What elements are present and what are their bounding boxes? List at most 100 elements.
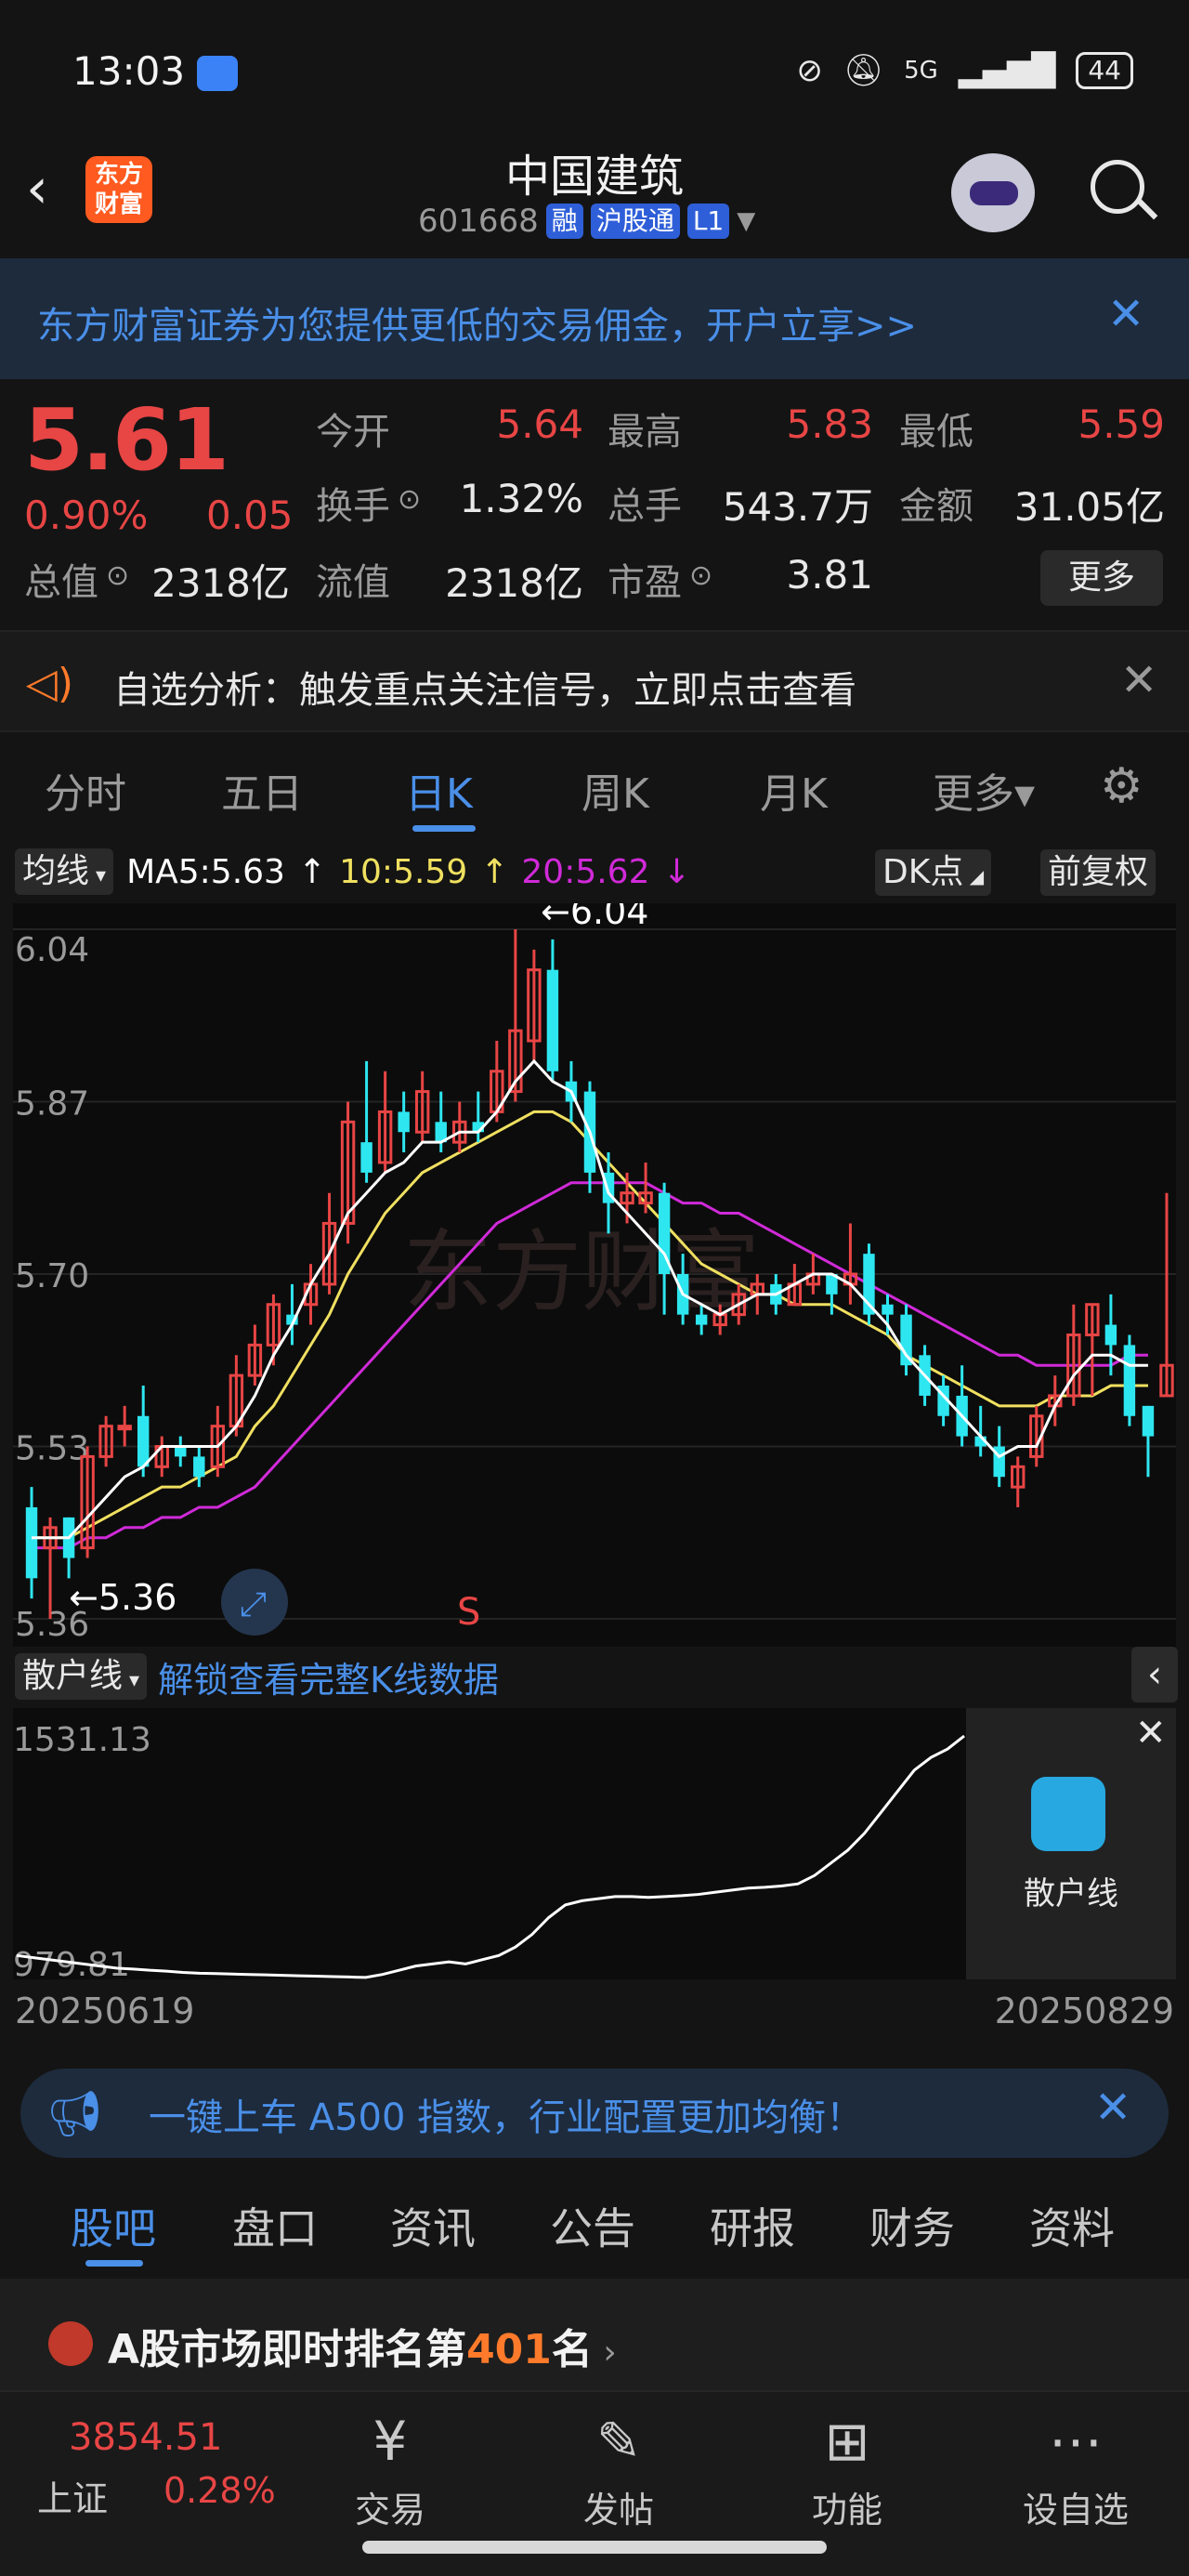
tab-intraday[interactable]: 分时 xyxy=(45,760,126,820)
sub-indicator-selector[interactable]: 散户线 ▾ xyxy=(15,1653,148,1700)
current-price: 5.61 xyxy=(24,390,229,490)
tab-daily-k[interactable]: 日K xyxy=(405,760,473,820)
ad-text[interactable]: 一键上车 A500 指数，行业配置更加均衡！ xyxy=(149,2087,863,2141)
more-dots-icon: ⋯ xyxy=(1049,2410,1103,2473)
nav-functions[interactable]: ⊞ 功能 xyxy=(782,2407,912,2532)
stat-value: 543.7万 xyxy=(722,484,873,530)
ma5-label: MA5:5.63 xyxy=(126,852,285,891)
tab-monthly-k[interactable]: 月K xyxy=(760,760,828,820)
stat-value: 1.32% xyxy=(459,476,583,521)
close-icon[interactable]: ✕ xyxy=(1094,2082,1131,2134)
network-label: 5G xyxy=(904,57,938,85)
caret-down-icon: ▼ xyxy=(737,207,756,235)
sub-indicator-row: 散户线 ▾ 解锁查看完整K线数据 xyxy=(15,1652,499,1701)
stat-label: 换手 xyxy=(316,485,390,528)
lock-label: 散户线 xyxy=(1024,1875,1118,1912)
stat-label: 流值 xyxy=(316,561,390,604)
more-button[interactable]: 更多 xyxy=(1040,550,1163,606)
stat-value: 5.83 xyxy=(786,401,873,447)
ma-selector[interactable]: 均线 ▾ xyxy=(15,848,114,895)
ranking-icon xyxy=(48,2321,93,2366)
tab-weekly-k[interactable]: 周K xyxy=(581,760,649,820)
index-value[interactable]: 3854.51 xyxy=(69,2416,222,2459)
promo-text[interactable]: 东方财富证券为您提供更低的交易佣金，开户立享>> xyxy=(37,296,917,349)
lock-chart-icon[interactable] xyxy=(1031,1777,1105,1851)
info-icon[interactable]: ⊙ xyxy=(689,559,712,592)
section-tab-underline xyxy=(85,2260,143,2267)
candle-body xyxy=(1104,1324,1117,1346)
candle-body xyxy=(1142,1405,1155,1437)
unlock-link[interactable]: 解锁查看完整K线数据 xyxy=(158,1651,499,1702)
stat-value: 31.05亿 xyxy=(1013,484,1165,530)
date-start: 20250619 xyxy=(15,1991,195,2031)
gear-icon[interactable]: ⚙ xyxy=(1100,758,1143,814)
candle-body xyxy=(137,1415,150,1467)
index-percent[interactable]: 0.28% xyxy=(163,2470,276,2511)
tab-five-day[interactable]: 五日 xyxy=(221,760,303,820)
nav-trade[interactable]: ¥ 交易 xyxy=(325,2407,455,2532)
stat-value: 5.64 xyxy=(496,401,583,447)
megaphone-icon: 📢︎ xyxy=(46,2088,103,2140)
kline-chart[interactable]: 东方财富 6.045.875.705.535.36 ←6.04 ←5.36 S … xyxy=(13,903,1176,1647)
info-icon[interactable]: ⊙ xyxy=(106,559,129,592)
margin-tag: 融 xyxy=(545,204,583,239)
status-time: 13:03 xyxy=(72,48,186,94)
change-amount: 0.05 xyxy=(206,493,294,538)
home-indicator[interactable] xyxy=(362,2541,827,2554)
candle-body xyxy=(175,1446,187,1457)
y-tick-label: 5.70 xyxy=(15,1257,89,1295)
y-tick-label: 6.04 xyxy=(15,931,89,969)
ma10-label: 10:5.59 xyxy=(339,852,468,891)
min-price-label: ←5.36 xyxy=(69,1577,176,1618)
tab-orderbook[interactable]: 盘口 xyxy=(232,2195,318,2256)
index-name[interactable]: 上证 xyxy=(37,2470,108,2521)
speaker-icon: ◁) xyxy=(26,660,74,707)
ranking-text[interactable]: A股市场即时排名第401名 › xyxy=(108,2316,617,2375)
yen-icon: ¥ xyxy=(372,2410,408,2473)
nav-post[interactable]: ✎ 发帖 xyxy=(554,2407,684,2532)
stat-label: 市盈 xyxy=(608,561,682,604)
y-tick-label: 5.53 xyxy=(15,1430,89,1468)
tab-announcements[interactable]: 公告 xyxy=(550,2195,635,2256)
sub-max-label: 1531.13 xyxy=(13,1721,151,1759)
tab-research[interactable]: 研报 xyxy=(710,2195,795,2256)
candle-body xyxy=(398,1111,410,1133)
nav-add-watchlist[interactable]: ⋯ 设自选 xyxy=(1011,2407,1141,2532)
mute-icon: 🔕︎ xyxy=(843,52,884,89)
date-end: 20250829 xyxy=(994,1991,1174,2031)
candle-body xyxy=(360,1142,372,1173)
stat-label: 总值 xyxy=(24,561,98,604)
candle-body xyxy=(882,1304,894,1315)
dk-point-button[interactable]: DK点 ◢ xyxy=(875,849,992,896)
tab-forum[interactable]: 股吧 xyxy=(71,2195,156,2256)
close-icon[interactable]: ✕ xyxy=(1120,654,1157,706)
close-icon[interactable]: ✕ xyxy=(1135,1712,1167,1755)
tab-profile[interactable]: 资料 xyxy=(1029,2195,1115,2256)
stat-value: 3.81 xyxy=(786,552,873,598)
candle-body xyxy=(1123,1345,1136,1416)
tab-underline xyxy=(412,825,476,832)
sell-signal: S xyxy=(457,1591,480,1634)
battery-icon: 44 xyxy=(1076,52,1133,89)
close-icon[interactable]: ✕ xyxy=(1107,288,1144,340)
analysis-text[interactable]: 自选分析：触发重点关注信号，立即点击查看 xyxy=(113,660,856,714)
stock-code-row[interactable]: 601668 融 沪股通 L1 ▼ xyxy=(418,203,755,240)
expand-icon: ⤢ xyxy=(240,1585,267,1623)
tab-financials[interactable]: 财务 xyxy=(869,2195,955,2256)
grid-icon: ⊞ xyxy=(824,2410,870,2473)
up-arrow-icon: ↑ xyxy=(480,852,509,891)
candle-body xyxy=(117,1425,132,1431)
tab-more[interactable]: 更多▾ xyxy=(933,760,1035,820)
stat-label: 最低 xyxy=(899,411,973,453)
candle-body xyxy=(695,1314,708,1325)
stat-label: 今开 xyxy=(316,411,390,453)
search-icon[interactable] xyxy=(1091,160,1144,214)
tab-news[interactable]: 资讯 xyxy=(390,2195,476,2256)
change-percent: 0.90% xyxy=(24,493,149,538)
ma-legend: 均线 ▾ MA5:5.63 ↑ 10:5.59 ↑ 20:5.62 ↓ xyxy=(15,848,691,896)
info-icon[interactable]: ⊙ xyxy=(398,483,421,516)
candle-body xyxy=(193,1456,205,1478)
up-arrow-icon: ↑ xyxy=(297,852,327,891)
adjust-button[interactable]: 前复权 xyxy=(1040,849,1156,896)
collapse-icon[interactable]: ‹ xyxy=(1131,1647,1178,1702)
